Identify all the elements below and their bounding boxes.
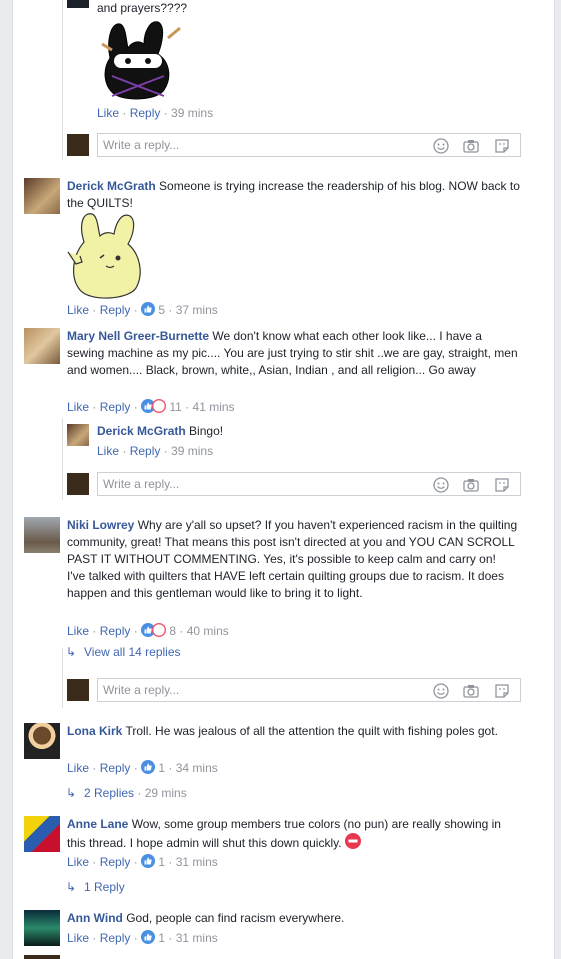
comment-actions: Like · Reply · 5 · 37 mins bbox=[67, 302, 218, 317]
comment-text: Mary Nell Greer-Burnette We don't know w… bbox=[67, 329, 518, 377]
reply-input[interactable] bbox=[103, 476, 403, 492]
timestamp: 29 mins bbox=[144, 786, 187, 800]
comment-actions: Like · Reply · 11 · 41 mins bbox=[67, 399, 235, 414]
no-entry-emoji-icon bbox=[344, 833, 361, 849]
reply-link[interactable]: Reply bbox=[100, 303, 131, 317]
like-link[interactable]: Like bbox=[97, 444, 119, 458]
reply-box[interactable] bbox=[97, 472, 521, 496]
like-link[interactable]: Like bbox=[67, 855, 89, 869]
reply-arrow-icon: ↳ bbox=[66, 645, 77, 659]
sticker-icon[interactable] bbox=[493, 476, 511, 494]
my-avatar bbox=[67, 679, 89, 701]
author-name[interactable]: Ann Wind bbox=[67, 911, 123, 925]
comment-text: Lona Kirk Troll. He was jealous of all t… bbox=[67, 724, 498, 738]
like-reaction-icon bbox=[141, 302, 156, 316]
reply-text: Derick McGrath Bingo! bbox=[97, 424, 224, 438]
avatar[interactable] bbox=[24, 178, 60, 214]
reply-link[interactable]: Reply bbox=[100, 624, 131, 638]
reply-link[interactable]: Reply bbox=[100, 400, 131, 414]
reply-input[interactable] bbox=[103, 682, 403, 698]
my-avatar bbox=[67, 134, 89, 156]
reply-arrow-icon: ↳ bbox=[66, 880, 77, 894]
thread-line bbox=[62, 648, 63, 708]
avatar[interactable] bbox=[67, 424, 89, 446]
sticker-icon[interactable] bbox=[493, 137, 511, 155]
comment-actions: Like · Reply · 8 · 40 mins bbox=[67, 623, 229, 638]
yellow-bunny-sticker bbox=[67, 213, 141, 299]
like-link[interactable]: Like bbox=[67, 400, 89, 414]
reply-link[interactable]: Reply bbox=[130, 106, 161, 120]
author-name[interactable]: Lona Kirk bbox=[67, 724, 122, 738]
camera-icon[interactable] bbox=[462, 476, 480, 494]
comment-text: Ann Wind God, people can find racism eve… bbox=[67, 911, 345, 925]
author-name[interactable]: Anne Lane bbox=[67, 817, 128, 831]
reply-link[interactable]: Reply bbox=[100, 931, 131, 945]
like-link[interactable]: Like bbox=[67, 761, 89, 775]
angry-reaction-icon bbox=[152, 623, 167, 637]
ninja-bunny-sticker bbox=[101, 21, 181, 100]
like-link[interactable]: Like bbox=[67, 931, 89, 945]
like-link[interactable]: Like bbox=[97, 106, 119, 120]
avatar[interactable] bbox=[24, 955, 60, 959]
like-reaction-icon bbox=[141, 854, 156, 868]
replies-link[interactable]: ↳ 1 Reply bbox=[66, 880, 125, 894]
avatar[interactable] bbox=[24, 328, 60, 364]
like-reaction-icon bbox=[141, 930, 156, 944]
replies-link[interactable]: ↳ 2 Replies · 29 mins bbox=[66, 786, 187, 800]
reply-actions: Like · Reply · 39 mins bbox=[97, 444, 214, 458]
like-reaction-icon bbox=[141, 760, 156, 774]
thread-line bbox=[62, 0, 63, 160]
timestamp: 31 mins bbox=[175, 931, 218, 945]
timestamp: 39 mins bbox=[171, 106, 214, 120]
sticker-icon[interactable] bbox=[493, 682, 511, 700]
like-link[interactable]: Like bbox=[67, 624, 89, 638]
smiley-icon[interactable] bbox=[432, 476, 450, 494]
reply-text: and prayers???? bbox=[97, 1, 188, 15]
reply-input[interactable] bbox=[103, 137, 403, 153]
my-avatar bbox=[67, 473, 89, 495]
view-all-replies-link[interactable]: ↳ View all 14 replies bbox=[66, 645, 181, 659]
comment-text: Niki Lowrey Why are y'all so upset? If y… bbox=[67, 518, 518, 600]
angry-reaction-icon bbox=[152, 399, 167, 413]
smiley-icon[interactable] bbox=[432, 682, 450, 700]
author-name[interactable]: Derick McGrath bbox=[67, 179, 156, 193]
timestamp: 39 mins bbox=[171, 444, 214, 458]
camera-icon[interactable] bbox=[462, 137, 480, 155]
reply-box[interactable] bbox=[97, 678, 521, 702]
like-link[interactable]: Like bbox=[67, 303, 89, 317]
camera-icon[interactable] bbox=[462, 682, 480, 700]
comment-actions: Like · Reply · 1 · 31 mins bbox=[67, 854, 218, 869]
reply-actions: Like · Reply · 39 mins bbox=[97, 106, 214, 120]
avatar[interactable] bbox=[24, 723, 60, 759]
comment-text: Anne Lane Wow, some group members true c… bbox=[67, 817, 501, 850]
reaction-count[interactable]: 11 bbox=[169, 400, 181, 414]
avatar[interactable] bbox=[67, 0, 89, 8]
reply-arrow-icon: ↳ bbox=[66, 786, 77, 800]
timestamp: 31 mins bbox=[175, 855, 218, 869]
comment-text: Derick McGrath Someone is trying increas… bbox=[67, 179, 520, 210]
avatar[interactable] bbox=[24, 816, 60, 852]
reply-link[interactable]: Reply bbox=[100, 855, 131, 869]
avatar[interactable] bbox=[24, 910, 60, 946]
avatar[interactable] bbox=[24, 517, 60, 553]
smiley-icon[interactable] bbox=[432, 137, 450, 155]
author-name[interactable]: Niki Lowrey bbox=[67, 518, 134, 532]
timestamp: 40 mins bbox=[186, 624, 229, 638]
reply-box[interactable] bbox=[97, 133, 521, 157]
timestamp: 34 mins bbox=[175, 761, 218, 775]
comment-actions: Like · Reply · 1 · 31 mins bbox=[67, 930, 218, 945]
comment-actions: Like · Reply · 1 · 34 mins bbox=[67, 760, 218, 775]
timestamp: 41 mins bbox=[192, 400, 235, 414]
author-name[interactable]: Derick McGrath bbox=[97, 424, 186, 438]
thread-line bbox=[62, 418, 63, 500]
reply-link[interactable]: Reply bbox=[130, 444, 161, 458]
author-name[interactable]: Mary Nell Greer-Burnette bbox=[67, 329, 209, 343]
timestamp: 37 mins bbox=[175, 303, 218, 317]
reply-link[interactable]: Reply bbox=[100, 761, 131, 775]
